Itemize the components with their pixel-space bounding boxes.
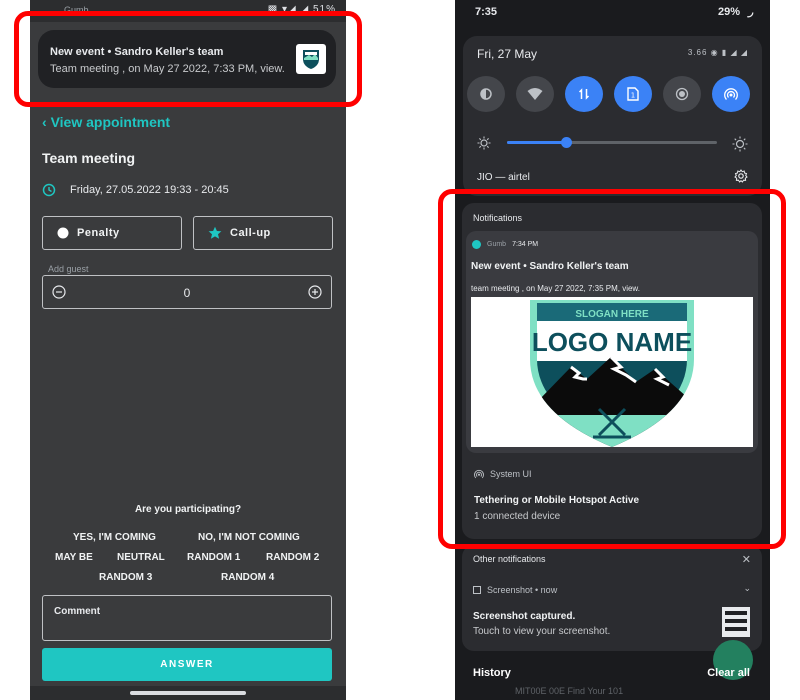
comment-label: Comment bbox=[54, 606, 101, 617]
hotspot-icon bbox=[724, 88, 738, 100]
option-yes-coming[interactable]: YES, I'M COMING bbox=[73, 532, 156, 543]
option-not-coming[interactable]: NO, I'M NOT COMING bbox=[198, 532, 300, 543]
gear-icon[interactable] bbox=[734, 169, 748, 183]
event-title: Team meeting bbox=[42, 150, 136, 166]
tile-wifi[interactable] bbox=[516, 76, 554, 112]
data-saver-icon bbox=[480, 88, 492, 100]
option-random-2[interactable]: RANDOM 2 bbox=[266, 552, 319, 563]
brightness-low-icon bbox=[477, 136, 491, 150]
wifi-icon bbox=[527, 88, 543, 100]
chevron-left-icon: ‹ bbox=[42, 114, 47, 130]
option-random-3[interactable]: RANDOM 3 bbox=[99, 572, 152, 583]
close-icon[interactable]: ✕ bbox=[742, 553, 751, 566]
callup-button[interactable]: Call-up bbox=[193, 216, 333, 250]
tile-mobile-data[interactable] bbox=[565, 76, 603, 112]
brightness-auto-icon[interactable] bbox=[732, 136, 748, 152]
qs-date: Fri, 27 May bbox=[477, 47, 538, 61]
battery-indicator: 29% bbox=[718, 6, 754, 18]
participation-question: Are you participating? bbox=[134, 504, 242, 515]
guest-stepper: 0 bbox=[42, 275, 332, 309]
mobile-data-icon bbox=[578, 88, 590, 100]
other-notifications-card: Other notifications ✕ Screenshot • now ⌄… bbox=[462, 545, 762, 651]
brightness-thumb[interactable] bbox=[560, 137, 572, 148]
home-gesture-handle[interactable] bbox=[130, 691, 246, 695]
battery-ring-icon bbox=[743, 7, 754, 17]
navigation-bar bbox=[30, 686, 346, 700]
brightness-fill bbox=[507, 141, 566, 144]
other-notifications-header: Other notifications bbox=[473, 554, 546, 564]
screenshot-title[interactable]: Screenshot captured. bbox=[473, 611, 575, 622]
battery-percent: 29% bbox=[717, 6, 740, 18]
callup-label: Call-up bbox=[230, 227, 271, 239]
clock-icon bbox=[42, 183, 56, 197]
option-neutral[interactable]: NEUTRAL bbox=[117, 552, 165, 563]
screenshot-meta: Screenshot • now bbox=[473, 585, 557, 595]
option-random-4[interactable]: RANDOM 4 bbox=[221, 572, 274, 583]
plus-icon[interactable] bbox=[308, 285, 322, 299]
option-maybe[interactable]: MAY BE bbox=[55, 552, 93, 563]
circle-icon bbox=[57, 227, 69, 239]
background-app-text: MIT00E 00E Find Your 101 bbox=[515, 686, 624, 696]
penalty-button[interactable]: Penalty bbox=[42, 216, 182, 250]
add-guest-label: Add guest bbox=[48, 264, 89, 274]
tile-sim[interactable]: 1 bbox=[614, 76, 652, 112]
svg-text:1: 1 bbox=[631, 92, 635, 100]
back-link-label: View appointment bbox=[50, 114, 171, 130]
screenshot-meta-text: Screenshot • now bbox=[487, 585, 558, 595]
screenshot-icon bbox=[473, 586, 481, 594]
brightness-slider[interactable] bbox=[507, 137, 717, 148]
screenshot-thumbnail[interactable] bbox=[722, 607, 750, 637]
focus-icon bbox=[675, 87, 689, 101]
qs-status-icons: 3.66 ◉ ▮ ◢ ◢ bbox=[687, 48, 748, 57]
comment-input[interactable]: Comment bbox=[42, 595, 332, 641]
tile-data-saver[interactable] bbox=[467, 76, 505, 112]
history-button[interactable]: History bbox=[473, 667, 511, 679]
answer-button[interactable]: ANSWER bbox=[42, 648, 332, 681]
tile-focus[interactable] bbox=[663, 76, 701, 112]
star-icon bbox=[208, 226, 222, 240]
carrier-label: JIO — airtel bbox=[477, 172, 530, 183]
highlight-box-right bbox=[438, 189, 786, 549]
highlight-box-left bbox=[14, 11, 362, 107]
penalty-label: Penalty bbox=[77, 227, 120, 239]
status-time: 7:35 bbox=[475, 6, 498, 18]
sim-icon: 1 bbox=[627, 87, 639, 101]
guest-count: 0 bbox=[183, 286, 191, 300]
event-datetime-row: Friday, 27.05.2022 19:33 - 20:45 bbox=[42, 181, 229, 199]
screenshot-body: Touch to view your screenshot. bbox=[473, 626, 611, 637]
tile-hotspot[interactable] bbox=[712, 76, 750, 112]
chevron-down-icon[interactable]: ⌄ bbox=[743, 583, 751, 594]
view-appointment-back-link[interactable]: ‹ View appointment bbox=[42, 114, 170, 130]
quick-settings-panel: Fri, 27 May 3.66 ◉ ▮ ◢ ◢ 1 JIO — airtel bbox=[463, 36, 762, 196]
clear-all-button[interactable]: Clear all bbox=[707, 667, 750, 679]
event-datetime: Friday, 27.05.2022 19:33 - 20:45 bbox=[70, 184, 229, 196]
option-random-1[interactable]: RANDOM 1 bbox=[187, 552, 240, 563]
